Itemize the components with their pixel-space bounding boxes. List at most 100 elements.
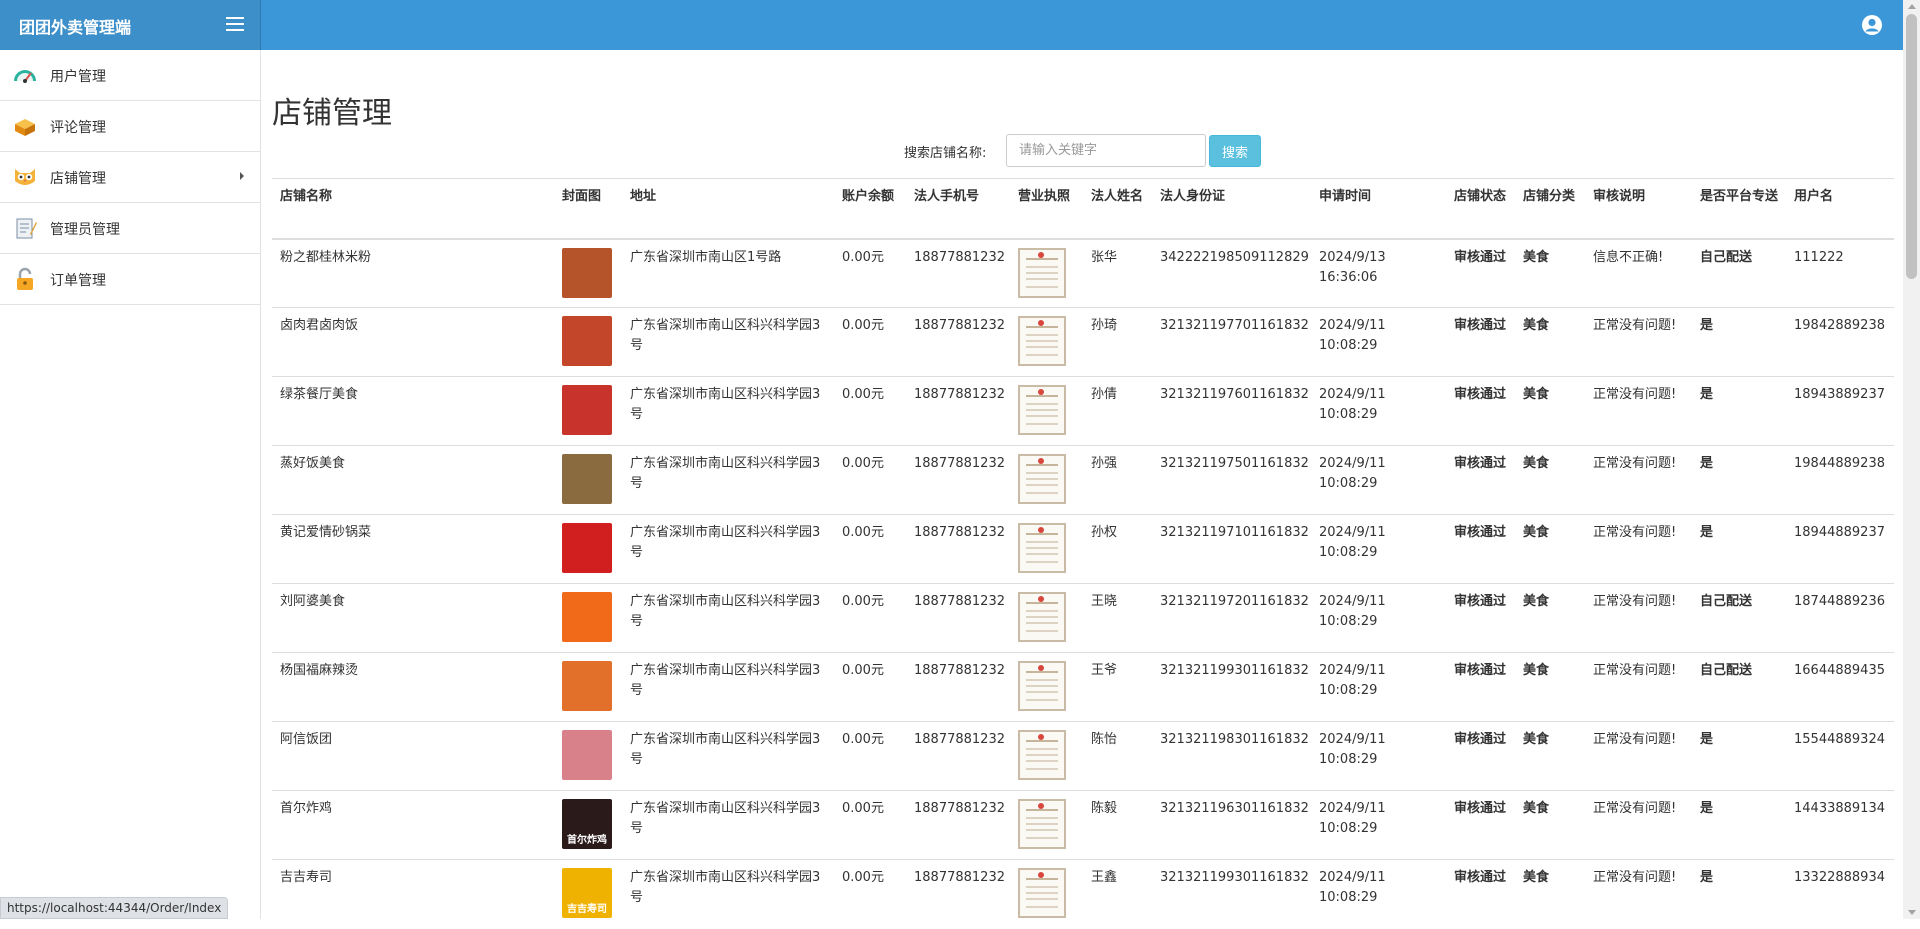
search-button[interactable]: 搜索 — [1209, 135, 1261, 167]
shop-name-cell: 刘阿婆美食 — [272, 584, 554, 653]
hamburger-menu-icon[interactable] — [226, 17, 244, 31]
category-cell: 美食 — [1515, 653, 1585, 722]
apply-time-cell: 2024/9/11 10:08:29 — [1311, 515, 1446, 584]
vertical-scrollbar[interactable] — [1903, 0, 1920, 919]
platform-delivery-cell: 自己配送 — [1692, 239, 1786, 308]
license-cell — [1010, 584, 1083, 653]
cover-image-cell — [554, 515, 622, 584]
sidebar-item-order-management[interactable]: 订单管理 — [0, 254, 260, 305]
legal-name-cell: 孙强 — [1083, 446, 1152, 515]
address-cell: 广东省深圳市南山区科兴科学园3号 — [622, 791, 834, 860]
user-account-icon[interactable] — [1861, 14, 1883, 36]
address-cell: 广东省深圳市南山区科兴科学园3号 — [622, 515, 834, 584]
id-card-cell: 321321196301161832 — [1152, 791, 1311, 860]
balance-cell: 0.00元 — [834, 446, 906, 515]
cover-image-cell: 首尔炸鸡 — [554, 791, 622, 860]
business-license-image[interactable] — [1018, 316, 1066, 366]
username-cell: 18944889237 — [1786, 515, 1894, 584]
address-cell: 广东省深圳市南山区科兴科学园3号 — [622, 860, 834, 929]
platform-delivery-cell: 是 — [1692, 308, 1786, 377]
license-cell — [1010, 791, 1083, 860]
business-license-image[interactable] — [1018, 730, 1066, 780]
business-license-image[interactable] — [1018, 385, 1066, 435]
apply-time-cell: 2024/9/11 10:08:29 — [1311, 722, 1446, 791]
sidebar-item-user-management[interactable]: 用户管理 — [0, 50, 260, 101]
balance-cell: 0.00元 — [834, 722, 906, 791]
status-cell: 审核通过 — [1446, 377, 1515, 446]
username-cell: 16644889435 — [1786, 653, 1894, 722]
review-note-cell: 正常没有问题! — [1585, 308, 1692, 377]
license-cell — [1010, 653, 1083, 722]
username-cell: 13322888934 — [1786, 860, 1894, 929]
table-row: 吉吉寿司吉吉寿司广东省深圳市南山区科兴科学园3号0.00元18877881232… — [272, 860, 1894, 929]
shop-cover-image[interactable] — [562, 592, 612, 642]
shop-table: 店铺名称 封面图 地址 账户余额 法人手机号 营业执照 法人姓名 法人身份证 申… — [272, 178, 1894, 929]
phone-cell: 18877881232 — [906, 791, 1010, 860]
username-cell: 19844889238 — [1786, 446, 1894, 515]
column-header: 店铺状态 — [1446, 179, 1515, 239]
category-cell: 美食 — [1515, 584, 1585, 653]
phone-cell: 18877881232 — [906, 584, 1010, 653]
id-card-cell: 342222198509112829 — [1152, 239, 1311, 308]
apply-time-cell: 2024/9/11 10:08:29 — [1311, 584, 1446, 653]
review-note-cell: 正常没有问题! — [1585, 377, 1692, 446]
shop-cover-image[interactable] — [562, 730, 612, 780]
shop-cover-image[interactable] — [562, 454, 612, 504]
category-cell: 美食 — [1515, 860, 1585, 929]
column-header: 封面图 — [554, 179, 622, 239]
shop-cover-image[interactable] — [562, 316, 612, 366]
shop-cover-image[interactable]: 吉吉寿司 — [562, 868, 612, 918]
business-license-image[interactable] — [1018, 799, 1066, 849]
search-input[interactable] — [1006, 134, 1206, 167]
shop-name-cell: 吉吉寿司 — [272, 860, 554, 929]
scrollbar-thumb[interactable] — [1906, 14, 1917, 279]
sidebar: 用户管理 评论管理 店铺管理 管理员管理 — [0, 50, 261, 919]
platform-delivery-cell: 是 — [1692, 515, 1786, 584]
scroll-down-arrow-icon[interactable] — [1908, 910, 1916, 915]
shop-cover-image[interactable] — [562, 385, 612, 435]
address-cell: 广东省深圳市南山区科兴科学园3号 — [622, 377, 834, 446]
platform-delivery-cell: 是 — [1692, 860, 1786, 929]
legal-name-cell: 王鑫 — [1083, 860, 1152, 929]
balance-cell: 0.00元 — [834, 377, 906, 446]
phone-cell: 18877881232 — [906, 377, 1010, 446]
column-header: 法人手机号 — [906, 179, 1010, 239]
shop-cover-image[interactable]: 首尔炸鸡 — [562, 799, 612, 849]
padlock-icon — [12, 267, 38, 291]
business-license-image[interactable] — [1018, 248, 1066, 298]
balance-cell: 0.00元 — [834, 584, 906, 653]
business-license-image[interactable] — [1018, 661, 1066, 711]
status-cell: 审核通过 — [1446, 722, 1515, 791]
app-title[interactable]: 团团外卖管理端 — [19, 14, 131, 38]
status-cell: 审核通过 — [1446, 860, 1515, 929]
phone-cell: 18877881232 — [906, 446, 1010, 515]
address-cell: 广东省深圳市南山区科兴科学园3号 — [622, 722, 834, 791]
shop-cover-image[interactable] — [562, 248, 612, 298]
username-cell: 14433889134 — [1786, 791, 1894, 860]
column-header: 营业执照 — [1010, 179, 1083, 239]
sidebar-item-comment-management[interactable]: 评论管理 — [0, 101, 260, 152]
shop-cover-image[interactable] — [562, 523, 612, 573]
notepad-icon — [12, 216, 38, 240]
cover-image-cell — [554, 446, 622, 515]
business-license-image[interactable] — [1018, 523, 1066, 573]
cover-image-cell — [554, 377, 622, 446]
table-row: 黄记爱情砂锅菜广东省深圳市南山区科兴科学园3号0.00元18877881232孙… — [272, 515, 1894, 584]
platform-delivery-cell: 是 — [1692, 791, 1786, 860]
column-header: 法人姓名 — [1083, 179, 1152, 239]
review-note-cell: 正常没有问题! — [1585, 860, 1692, 929]
phone-cell: 18877881232 — [906, 860, 1010, 929]
legal-name-cell: 王晓 — [1083, 584, 1152, 653]
business-license-image[interactable] — [1018, 592, 1066, 642]
business-license-image[interactable] — [1018, 868, 1066, 918]
sidebar-item-admin-management[interactable]: 管理员管理 — [0, 203, 260, 254]
shop-cover-image[interactable] — [562, 661, 612, 711]
legal-name-cell: 陈怡 — [1083, 722, 1152, 791]
address-cell: 广东省深圳市南山区科兴科学园3号 — [622, 584, 834, 653]
sidebar-item-shop-management[interactable]: 店铺管理 — [0, 152, 260, 203]
scroll-up-arrow-icon[interactable] — [1908, 4, 1916, 9]
review-note-cell: 信息不正确! — [1585, 239, 1692, 308]
shop-name-cell: 卤肉君卤肉饭 — [272, 308, 554, 377]
business-license-image[interactable] — [1018, 454, 1066, 504]
cover-image-text: 吉吉寿司 — [562, 904, 612, 915]
